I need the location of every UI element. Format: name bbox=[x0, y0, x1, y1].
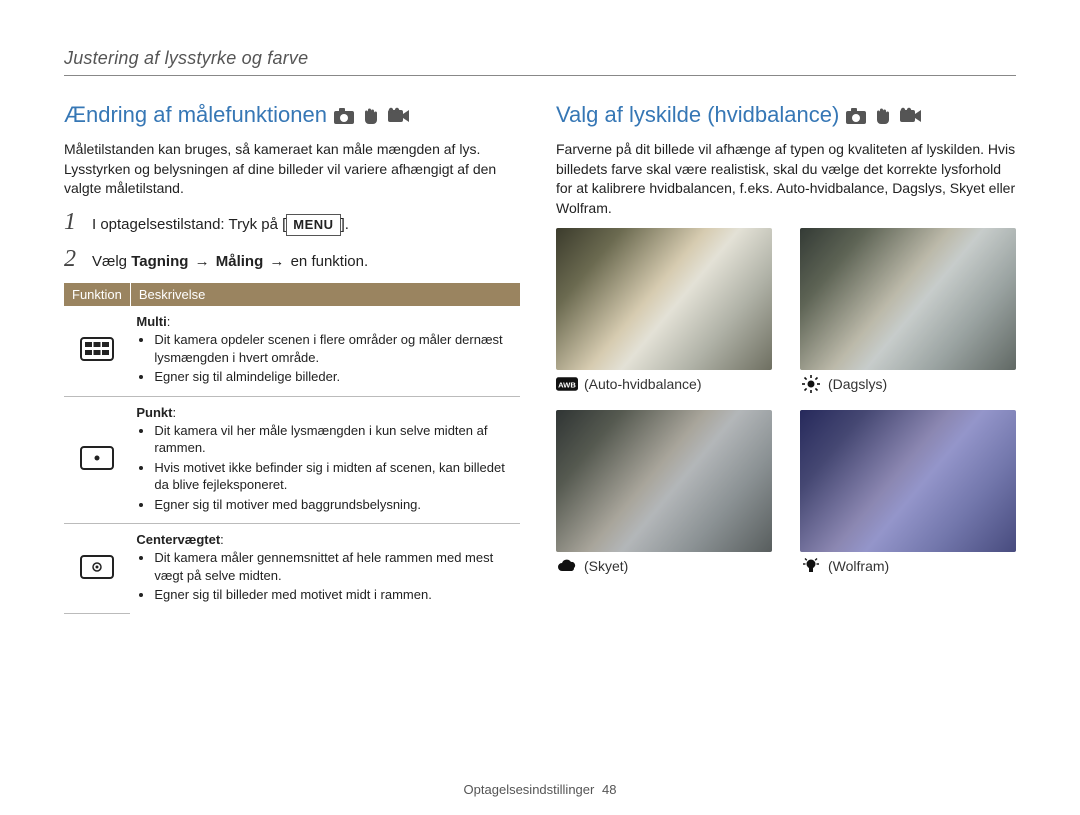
bullet: Hvis motivet ikke befinder sig i midten … bbox=[154, 459, 514, 494]
wb-label: (Auto-hvidbalance) bbox=[584, 376, 702, 392]
wb-auto: AWB (Auto-hvidbalance) bbox=[556, 228, 772, 392]
cloud-icon bbox=[556, 558, 578, 574]
wb-tungsten: (Wolfram) bbox=[800, 410, 1016, 574]
spot-metering-icon bbox=[64, 396, 130, 524]
wb-label: (Wolfram) bbox=[828, 558, 889, 574]
page-number: 48 bbox=[602, 782, 616, 797]
page-footer: Optagelsesindstillinger 48 bbox=[0, 782, 1080, 797]
wb-photo bbox=[800, 410, 1016, 552]
left-title: Ændring af målefunktionen bbox=[64, 102, 327, 128]
wb-photo bbox=[556, 410, 772, 552]
bullet: Egner sig til motiver med baggrundsbelys… bbox=[154, 496, 514, 514]
step2-bold1: Tagning bbox=[131, 253, 188, 270]
svg-text:AWB: AWB bbox=[558, 381, 576, 390]
right-column: Valg af lyskilde (hvidbalance) Farverne … bbox=[556, 102, 1016, 614]
hand-icon bbox=[361, 107, 381, 130]
footer-text: Optagelsesindstillinger bbox=[464, 782, 595, 797]
page-header: Justering af lysstyrke og farve bbox=[64, 48, 1016, 76]
arrow-icon: → bbox=[269, 253, 284, 270]
menu-button-label: MENU bbox=[286, 214, 340, 236]
awb-icon: AWB bbox=[556, 376, 578, 392]
whitebalance-grid: AWB (Auto-hvidbalance) (Dagslys) bbox=[556, 228, 1016, 574]
wb-label: (Skyet) bbox=[584, 558, 628, 574]
step-number: 2 bbox=[64, 246, 82, 273]
th-function: Funktion bbox=[64, 283, 130, 306]
table-row: Centervægtet: Dit kamera måler gennemsni… bbox=[64, 524, 520, 614]
right-title: Valg af lyskilde (hvidbalance) bbox=[556, 102, 839, 128]
metering-table: Funktion Beskrivelse Multi: Dit kamera o… bbox=[64, 283, 520, 615]
bullet: Egner sig til almindelige billeder. bbox=[154, 368, 514, 386]
arrow-icon: → bbox=[195, 253, 210, 270]
table-row: Punkt: Dit kamera vil her måle lysmængde… bbox=[64, 396, 520, 524]
wb-photo bbox=[556, 228, 772, 370]
th-description: Beskrivelse bbox=[130, 283, 520, 306]
bullet: Egner sig til billeder med motivet midt … bbox=[154, 586, 514, 604]
table-row: Multi: Dit kamera opdeler scenen i flere… bbox=[64, 306, 520, 396]
step-text: I optagelsestilstand: Tryk på [MENU]. bbox=[92, 214, 349, 236]
step-2: 2 Vælg Tagning → Måling → en funktion. bbox=[64, 246, 520, 273]
video-icon bbox=[387, 107, 411, 130]
video-icon bbox=[899, 107, 923, 130]
center-metering-icon bbox=[64, 524, 130, 614]
left-heading-row: Ændring af målefunktionen bbox=[64, 102, 520, 134]
wb-cloudy: (Skyet) bbox=[556, 410, 772, 574]
step1-suffix: ]. bbox=[341, 216, 349, 233]
row-title: Multi bbox=[136, 314, 166, 329]
step2-bold2: Måling bbox=[216, 253, 264, 270]
multi-metering-icon bbox=[64, 306, 130, 396]
steps-list: 1 I optagelsestilstand: Tryk på [MENU]. … bbox=[64, 209, 520, 273]
bullet: Dit kamera opdeler scenen i flere område… bbox=[154, 331, 514, 366]
camera-icon bbox=[333, 107, 355, 130]
left-intro: Måletilstanden kan bruges, så kameraet k… bbox=[64, 140, 520, 199]
step2-prefix: Vælg bbox=[92, 253, 131, 270]
row-title: Centervægtet bbox=[136, 532, 220, 547]
sun-icon bbox=[800, 376, 822, 392]
step-text: Vælg Tagning → Måling → en funktion. bbox=[92, 251, 368, 272]
bulb-icon bbox=[800, 558, 822, 574]
camera-icon bbox=[845, 107, 867, 130]
wb-photo bbox=[800, 228, 1016, 370]
wb-label: (Dagslys) bbox=[828, 376, 887, 392]
right-heading-row: Valg af lyskilde (hvidbalance) bbox=[556, 102, 1016, 134]
bullet: Dit kamera vil her måle lysmængden i kun… bbox=[154, 422, 514, 457]
hand-icon bbox=[873, 107, 893, 130]
bullet: Dit kamera måler gennemsnittet af hele r… bbox=[154, 549, 514, 584]
step-1: 1 I optagelsestilstand: Tryk på [MENU]. bbox=[64, 209, 520, 236]
step1-prefix: I optagelsestilstand: Tryk på [ bbox=[92, 216, 286, 233]
step2-tail: en funktion. bbox=[286, 253, 368, 270]
row-title: Punkt bbox=[136, 405, 172, 420]
right-intro: Farverne på dit billede vil afhænge af t… bbox=[556, 140, 1016, 218]
content-columns: Ændring af målefunktionen Måletilstanden… bbox=[64, 102, 1016, 614]
wb-daylight: (Dagslys) bbox=[800, 228, 1016, 392]
left-column: Ændring af målefunktionen Måletilstanden… bbox=[64, 102, 520, 614]
step-number: 1 bbox=[64, 209, 82, 236]
